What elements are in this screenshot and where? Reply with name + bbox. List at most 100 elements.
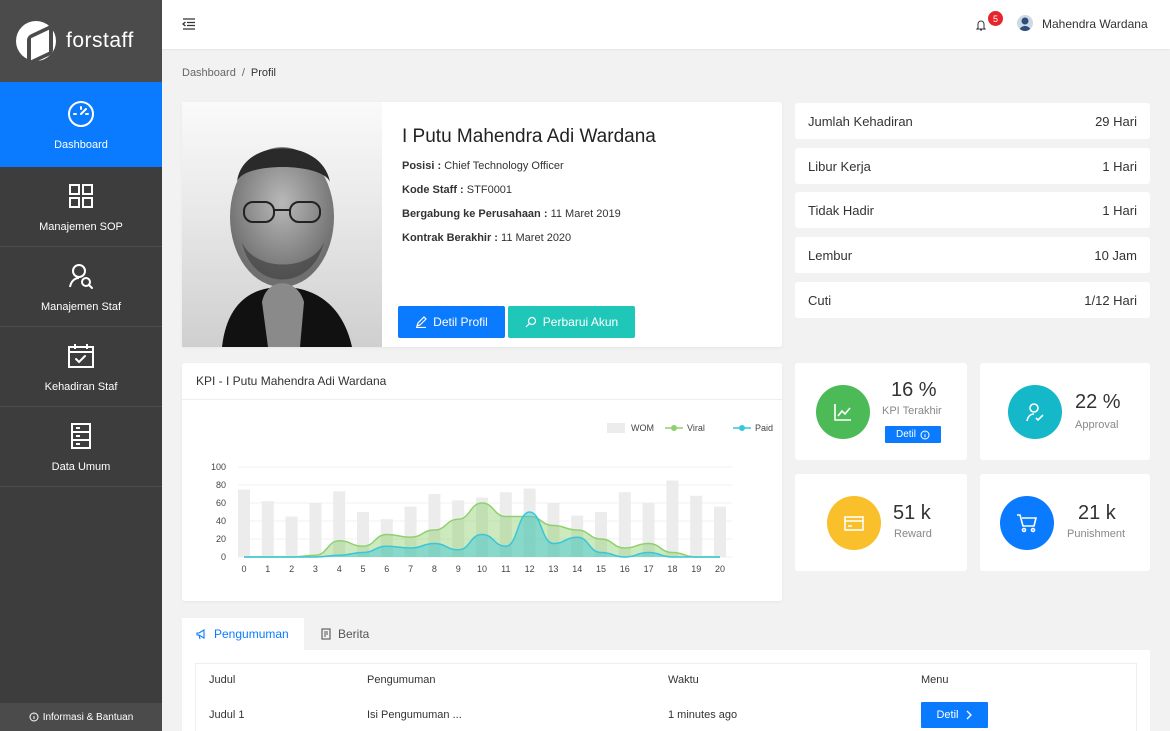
sidebar-item-label: Data Umum — [51, 460, 111, 473]
help-link[interactable]: Informasi & Bantuan — [0, 703, 162, 731]
news-icon — [321, 628, 331, 640]
bar — [714, 506, 726, 557]
info-icon — [29, 712, 39, 722]
detail-profile-button[interactable]: Detil Profil — [398, 306, 505, 338]
user-approve-icon — [1026, 403, 1044, 422]
tile-icon-circle — [816, 385, 870, 439]
row-detail-button[interactable]: Detil — [921, 702, 988, 728]
user-avatar-icon — [1019, 17, 1031, 31]
update-account-label: Perbarui Akun — [542, 315, 619, 329]
brand-logo[interactable]: forstaff — [0, 0, 162, 82]
profile-name: I Putu Mahendra Adi Wardana — [402, 126, 656, 147]
stat-value: 1/12 Hari — [1084, 292, 1137, 308]
approval-tile: 22 % Approval — [980, 363, 1150, 460]
tile-label: Approval — [1075, 419, 1119, 431]
x-tick-label: 15 — [596, 564, 606, 574]
kpi-card-title: KPI - I Putu Mahendra Adi Wardana — [196, 374, 387, 388]
tile-label: Reward — [894, 528, 932, 540]
profile-joined: Bergabung ke Perusahaan : 11 Maret 2019 — [402, 208, 621, 220]
stat-value: 1 Hari — [1102, 158, 1137, 174]
detail-profile-label: Detil Profil — [433, 315, 488, 329]
breadcrumb-separator: / — [241, 67, 245, 79]
announcement-panel: Judul Pengumuman Waktu Menu Judul 1 Isi … — [182, 650, 1150, 731]
tile-icon-circle — [1008, 385, 1062, 439]
column-header-judul: Judul — [209, 674, 236, 686]
calendar-check-icon — [68, 343, 94, 368]
x-tick-label: 4 — [337, 564, 342, 574]
y-tick-label: 60 — [216, 498, 226, 508]
tile-value: 51 k — [893, 502, 931, 524]
kpi-chart: 0204060801000 1 2 3 4 5 6 7 8 9 10 11 12 13 14 15 16 17 18… — [211, 423, 773, 574]
legend-label: WOM — [631, 423, 654, 433]
tile-value: 22 % — [1075, 391, 1121, 413]
column-header-menu: Menu — [921, 674, 949, 686]
profile-photo — [182, 102, 382, 347]
menu-collapse-icon[interactable] — [182, 17, 196, 31]
sidebar-item-label: Kehadiran Staf — [44, 380, 118, 393]
edit-icon — [416, 316, 428, 328]
staff-code-value: STF0001 — [466, 184, 513, 196]
stat-value: 10 Jam — [1094, 247, 1137, 263]
stat-row: Libur Kerja 1 Hari — [795, 148, 1150, 184]
y-tick-label: 40 — [216, 516, 226, 526]
sidebar-item-dashboard[interactable]: Dashboard — [0, 82, 162, 167]
cart-icon — [1017, 514, 1038, 533]
topbar: 5 Mahendra Wardana — [162, 0, 1170, 49]
x-tick-label: 2 — [289, 564, 294, 574]
bar — [309, 503, 322, 557]
x-tick-label: 19 — [691, 564, 701, 574]
profile-position: Posisi : Chief Technology Officer — [402, 160, 564, 172]
reward-tile: 51 k Reward — [795, 474, 967, 571]
profile-card: I Putu Mahendra Adi Wardana Posisi : Chi… — [182, 102, 782, 347]
bar — [261, 501, 274, 557]
sidebar-item-label: Manajemen Staf — [40, 300, 122, 313]
tab-pengumuman[interactable]: Pengumuman — [182, 618, 304, 650]
x-tick-label: 0 — [241, 564, 246, 574]
breadcrumb-root[interactable]: Dashboard — [182, 67, 236, 79]
joined-value: 11 Maret 2019 — [550, 208, 621, 220]
x-tick-label: 8 — [432, 564, 437, 574]
sidebar-item-data-umum[interactable]: Data Umum — [0, 407, 162, 487]
cell-waktu: 1 minutes ago — [668, 709, 738, 721]
stat-row: Lembur 10 Jam — [795, 237, 1150, 273]
legend-label: Viral — [687, 423, 705, 433]
y-tick-label: 100 — [211, 462, 226, 472]
tile-icon-circle — [827, 496, 881, 550]
joined-label: Bergabung ke Perusahaan : — [402, 208, 548, 220]
stat-label: Libur Kerja — [808, 158, 871, 174]
help-label: Informasi & Bantuan — [42, 711, 134, 723]
x-tick-label: 13 — [548, 564, 558, 574]
punishment-tile: 21 k Punishment — [980, 474, 1150, 571]
legend-label: Paid — [755, 423, 773, 433]
kpi-chart-card: KPI - I Putu Mahendra Adi Wardana 0 20 40 6… — [182, 363, 782, 601]
column-header-pengumuman: Pengumuman — [367, 674, 436, 686]
stat-label: Jumlah Kehadiran — [808, 113, 913, 129]
sidebar-item-manajemen-staf[interactable]: Manajemen Staf — [0, 247, 162, 327]
x-tick-label: 14 — [572, 564, 582, 574]
bell-icon[interactable] — [976, 19, 986, 31]
kpi-detail-button[interactable]: Detil — [885, 426, 941, 443]
tile-value: 16 % — [891, 379, 937, 401]
user-name[interactable]: Mahendra Wardana — [1042, 17, 1148, 31]
stat-row: Cuti 1/12 Hari — [795, 282, 1150, 318]
card-icon — [844, 516, 864, 531]
avatar[interactable] — [1017, 15, 1033, 31]
stat-value: 1 Hari — [1102, 202, 1137, 218]
x-tick-label: 7 — [408, 564, 413, 574]
profile-contract-end: Kontrak Berakhir : 11 Maret 2020 — [402, 232, 571, 244]
sidebar-item-label: Dashboard — [54, 138, 108, 151]
speedometer-icon — [68, 100, 94, 127]
update-account-button[interactable]: Perbarui Akun — [508, 306, 635, 338]
position-label: Posisi : — [402, 160, 442, 172]
contract-end-label: Kontrak Berakhir : — [402, 232, 498, 244]
sidebar-item-kehadiran-staf[interactable]: Kehadiran Staf — [0, 327, 162, 407]
tile-label: KPI Terakhir — [882, 405, 942, 417]
sidebar-item-manajemen-sop[interactable]: Manajemen SOP — [0, 167, 162, 247]
kpi-tile: 16 % KPI Terakhir Detil — [795, 363, 967, 460]
tab-berita[interactable]: Berita — [306, 618, 383, 650]
x-tick-label: 3 — [313, 564, 318, 574]
stat-row: Tidak Hadir 1 Hari — [795, 192, 1150, 228]
forstaff-logo-icon — [16, 21, 56, 61]
divider — [182, 399, 782, 400]
notification-badge: 5 — [988, 11, 1003, 26]
